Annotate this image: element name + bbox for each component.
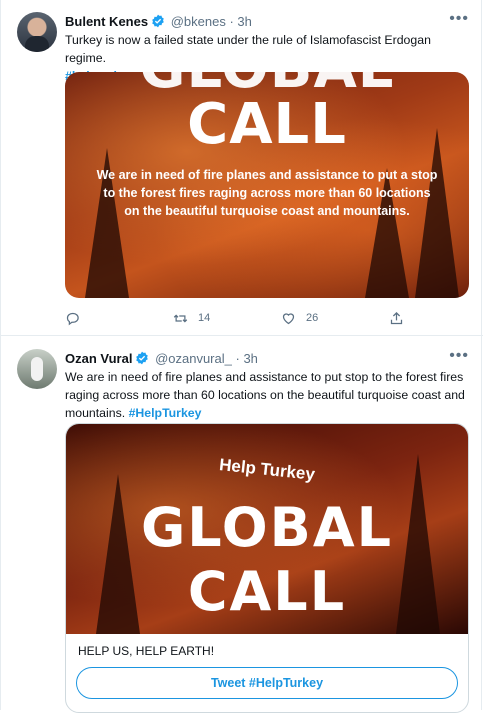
tweet-body: Turkey is now a failed state under the r… (65, 33, 431, 65)
author-handle[interactable]: @bkenes (171, 14, 226, 29)
tweet-text: We are in need of fire planes and assist… (65, 368, 469, 422)
share-button[interactable] (389, 308, 404, 328)
more-options-icon[interactable]: ••• (449, 347, 469, 365)
tweet-body: We are in need of fire planes and assist… (65, 370, 465, 420)
tweet-time[interactable]: 3h (237, 14, 251, 29)
retweet-icon (173, 313, 188, 323)
tweet[interactable]: Bulent Kenes @bkenes · 3h ••• Turkey is … (1, 0, 483, 336)
more-options-icon[interactable]: ••• (449, 10, 469, 28)
reply-icon (66, 312, 79, 325)
image-caption: We are in need of fire planes and assist… (96, 168, 438, 218)
like-count: 26 (306, 312, 319, 324)
share-icon (390, 311, 403, 324)
card-footer: HELP US, HELP EARTH! Tweet #HelpTurkey (66, 634, 468, 712)
image-headline-1: GLOBAL (140, 496, 394, 559)
avatar[interactable] (17, 349, 57, 389)
separator: · (229, 14, 234, 29)
tweet-header: Ozan Vural @ozanvural_ · 3h (65, 350, 471, 368)
timeline: Bulent Kenes @bkenes · 3h ••• Turkey is … (0, 0, 483, 713)
tweet-image[interactable]: GLOBAL CALL We are in need of fire plane… (65, 72, 469, 298)
heart-icon (282, 312, 295, 324)
author-handle[interactable]: @ozanvural_ (155, 351, 232, 366)
reply-button[interactable] (65, 308, 80, 328)
tweet-hashtag-button[interactable]: Tweet #HelpTurkey (76, 667, 458, 699)
tweet-actions: 14 26 (65, 308, 411, 328)
retweet-button[interactable]: 14 (173, 308, 210, 328)
avatar[interactable] (17, 12, 57, 52)
author-name[interactable]: Ozan Vural (65, 351, 132, 366)
retweet-count: 14 (198, 312, 211, 324)
like-button[interactable]: 26 (281, 308, 318, 328)
image-headline-2: CALL (187, 92, 347, 157)
card-image[interactable]: Help Turkey GLOBAL CALL (66, 424, 468, 634)
separator: · (235, 351, 240, 366)
card-title: HELP US, HELP EARTH! (78, 644, 215, 658)
tweet-header: Bulent Kenes @bkenes · 3h (65, 13, 471, 31)
link-card[interactable]: Help Turkey GLOBAL CALL HELP US, HELP EA… (65, 423, 469, 713)
image-headline-2: CALL (187, 560, 347, 623)
tweet-time[interactable]: 3h (243, 351, 257, 366)
hashtag-link[interactable]: #HelpTurkey (129, 406, 202, 420)
author-name[interactable]: Bulent Kenes (65, 14, 148, 29)
tweet[interactable]: Ozan Vural @ozanvural_ · 3h ••• We are i… (1, 337, 483, 713)
